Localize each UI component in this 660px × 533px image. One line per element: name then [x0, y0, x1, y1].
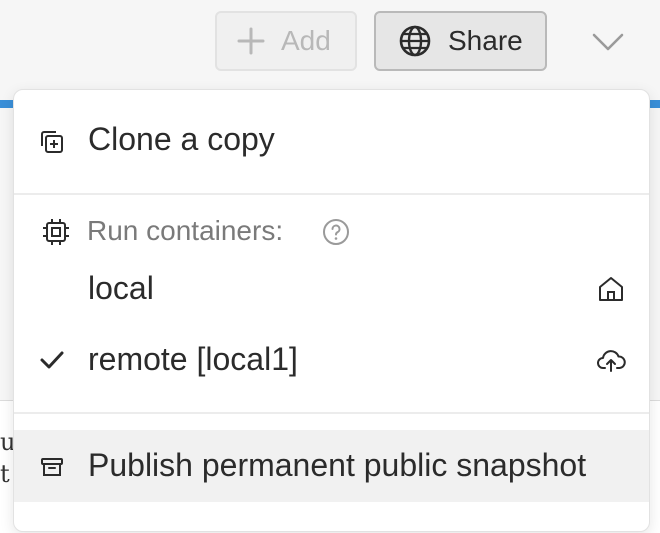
run-containers-header: Run containers: [14, 205, 649, 261]
menu-item-container-local[interactable]: local [14, 260, 649, 320]
chip-icon [43, 219, 69, 245]
container-label: local [88, 270, 154, 306]
globe-icon [399, 25, 431, 57]
share-button[interactable]: Share [374, 11, 547, 71]
share-button-label: Share [448, 25, 523, 56]
chevron-down-icon[interactable] [590, 28, 626, 56]
container-label: remote [local1] [88, 341, 298, 377]
add-button-label: Add [281, 25, 331, 56]
archive-icon [41, 458, 63, 476]
cloud-upload-icon [597, 350, 626, 372]
share-dropdown-menu: Clone a copy Run containers: local remot… [13, 89, 650, 532]
menu-item-publish[interactable]: Publish permanent public snapshot [14, 430, 649, 502]
checkmark-icon [40, 351, 64, 369]
menu-separator [14, 193, 649, 195]
menu-separator [14, 412, 649, 414]
plus-icon [237, 27, 265, 55]
clone-icon [41, 131, 63, 153]
publish-label: Publish permanent public snapshot [88, 447, 587, 483]
menu-item-container-remote[interactable]: remote [local1] [14, 330, 649, 390]
add-button[interactable]: Add [215, 11, 357, 71]
run-containers-label: Run containers: [87, 215, 284, 246]
toolbar: Add Share [0, 0, 660, 100]
menu-item-clone[interactable]: Clone a copy [14, 112, 649, 174]
home-icon [599, 277, 623, 301]
clone-label: Clone a copy [88, 121, 275, 157]
background-text: t [0, 460, 10, 488]
help-circle-icon[interactable] [322, 218, 350, 246]
